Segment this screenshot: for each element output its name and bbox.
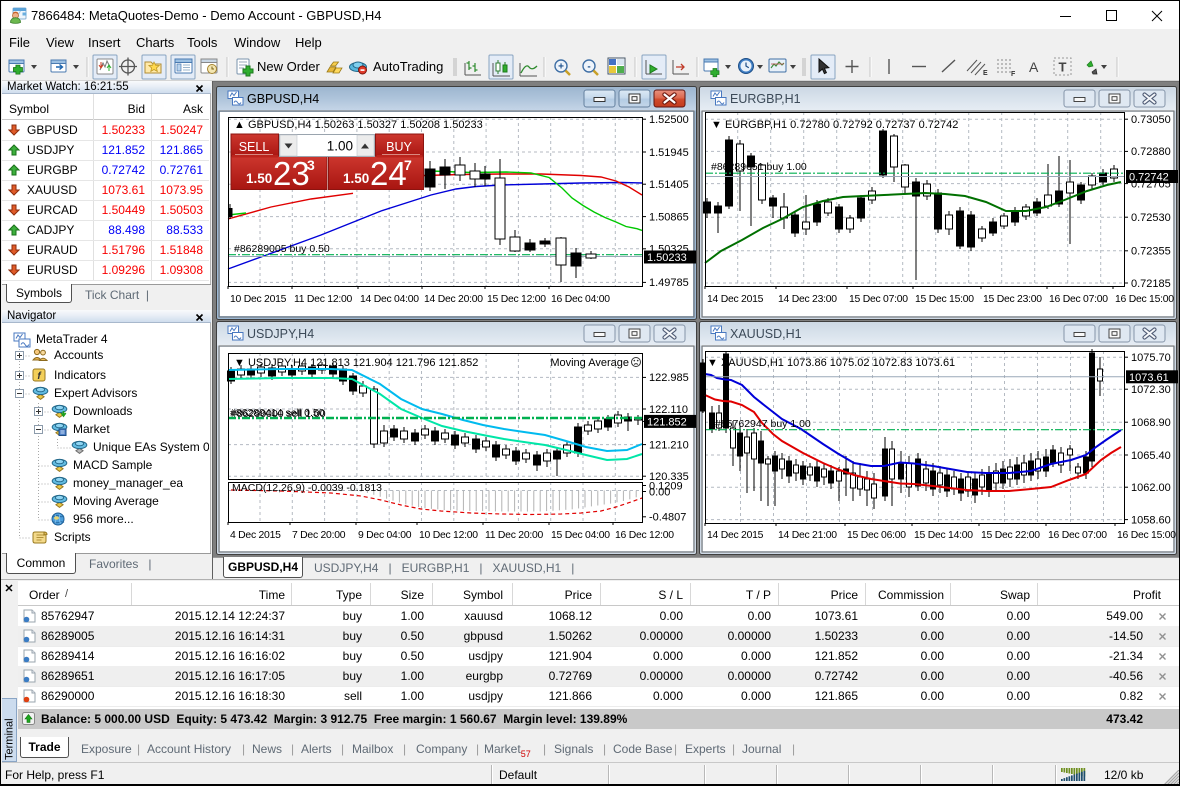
svg-text:SELL: SELL xyxy=(239,140,270,154)
svg-text:14 Dec 04:00: 14 Dec 04:00 xyxy=(360,294,419,305)
svg-text:15 Dec 07:00: 15 Dec 07:00 xyxy=(849,294,908,305)
svg-text:▲ GBPUSD,H4 1.50263 1.50327 1: ▲ GBPUSD,H4 1.50263 1.50327 1.50208 1.50… xyxy=(234,119,483,131)
svg-text:▼ XAUUSD,H1 1073.86 1075.02 1: ▼ XAUUSD,H1 1073.86 1075.02 1072.83 1073… xyxy=(707,357,955,369)
svg-text:#85762947 buy 1.00: #85762947 buy 1.00 xyxy=(715,418,811,430)
svg-text:1073.61: 1073.61 xyxy=(1129,372,1169,384)
svg-text:1075.70: 1075.70 xyxy=(1131,352,1171,364)
svg-text:-0.4807: -0.4807 xyxy=(649,512,686,524)
svg-text:0.73050: 0.73050 xyxy=(1131,114,1171,126)
svg-text:EURGBP,H1: EURGBP,H1 xyxy=(730,92,801,106)
svg-text:15 Dec 04:00: 15 Dec 04:00 xyxy=(551,530,610,541)
svg-text:121.210: 121.210 xyxy=(649,439,689,451)
svg-text:15 Dec 23:00: 15 Dec 23:00 xyxy=(983,294,1042,305)
svg-text:14 Dec 21:00: 14 Dec 21:00 xyxy=(778,530,837,541)
svg-text:15 Dec 14:00: 15 Dec 14:00 xyxy=(914,530,973,541)
svg-text:1.50865: 1.50865 xyxy=(649,211,689,223)
svg-text:1068.90: 1068.90 xyxy=(1131,417,1171,429)
svg-text:14 Dec 20:00: 14 Dec 20:00 xyxy=(424,294,483,305)
svg-text:0.72530: 0.72530 xyxy=(1131,212,1171,224)
svg-text:16 Dec 12:00: 16 Dec 12:00 xyxy=(615,530,674,541)
svg-text:A: A xyxy=(1029,59,1039,75)
svg-text:11 Dec 20:00: 11 Dec 20:00 xyxy=(485,530,544,541)
svg-text:1072.30: 1072.30 xyxy=(1131,384,1171,396)
svg-text:9 Dec 04:00: 9 Dec 04:00 xyxy=(358,530,412,541)
svg-text:MACD(12,26,9) -0.0039 -0.1813: MACD(12,26,9) -0.0039 -0.1813 xyxy=(232,482,382,494)
svg-text:1.51945: 1.51945 xyxy=(649,147,689,159)
svg-text:15 Dec 15:00: 15 Dec 15:00 xyxy=(915,294,974,305)
svg-text:16 Dec 07:00: 16 Dec 07:00 xyxy=(1048,530,1107,541)
svg-text:F: F xyxy=(1011,71,1016,78)
svg-text:10 Dec 12:00: 10 Dec 12:00 xyxy=(419,530,478,541)
svg-text:0.72355: 0.72355 xyxy=(1131,246,1171,258)
svg-text:Moving Average: Moving Average xyxy=(550,357,629,369)
svg-text:7 Dec 20:00: 7 Dec 20:00 xyxy=(292,530,346,541)
svg-text:AutoTrading: AutoTrading xyxy=(373,59,443,74)
svg-text:1.50: 1.50 xyxy=(343,171,369,186)
svg-text:1.51405: 1.51405 xyxy=(649,179,689,191)
svg-text:0.72185: 0.72185 xyxy=(1131,278,1171,290)
svg-text:15 Dec 06:00: 15 Dec 06:00 xyxy=(847,530,906,541)
svg-text:16 Dec 04:00: 16 Dec 04:00 xyxy=(551,294,610,305)
svg-text:E: E xyxy=(983,70,988,77)
svg-text:1058.60: 1058.60 xyxy=(1131,514,1171,526)
svg-text:USDJPY,H4: USDJPY,H4 xyxy=(247,327,314,341)
svg-text:0.72742: 0.72742 xyxy=(1129,172,1169,184)
svg-text:#86290000 sell 1.00: #86290000 sell 1.00 xyxy=(231,408,326,420)
svg-text:10 Dec 2015: 10 Dec 2015 xyxy=(230,294,287,305)
svg-text:14 Dec 23:00: 14 Dec 23:00 xyxy=(778,294,837,305)
svg-text:11 Dec 12:00: 11 Dec 12:00 xyxy=(294,294,353,305)
svg-text:1.50233: 1.50233 xyxy=(647,252,687,264)
svg-text:121.852: 121.852 xyxy=(647,416,687,428)
svg-text:1062.00: 1062.00 xyxy=(1131,482,1171,494)
svg-text:1.00: 1.00 xyxy=(327,139,353,154)
svg-text:GBPUSD,H4: GBPUSD,H4 xyxy=(247,92,319,106)
svg-text:24: 24 xyxy=(370,155,407,192)
svg-text:15 Dec 12:00: 15 Dec 12:00 xyxy=(487,294,546,305)
svg-text:14 Dec 2015: 14 Dec 2015 xyxy=(707,530,764,541)
svg-text:16 Dec 15:00: 16 Dec 15:00 xyxy=(1115,294,1174,305)
svg-text:122.110: 122.110 xyxy=(649,404,688,416)
svg-text:15 Dec 22:00: 15 Dec 22:00 xyxy=(981,530,1040,541)
svg-text:#86289005 buy 0.50: #86289005 buy 0.50 xyxy=(234,243,330,255)
svg-text:New Order: New Order xyxy=(257,59,321,74)
svg-text:23: 23 xyxy=(273,155,310,192)
svg-text:0.72880: 0.72880 xyxy=(1131,146,1171,158)
svg-text:122.985: 122.985 xyxy=(649,372,689,384)
svg-text:1.52500: 1.52500 xyxy=(649,114,689,126)
svg-text:BUY: BUY xyxy=(386,140,412,154)
svg-text:▼ USDJPY,H4 121.813 121.904 1: ▼ USDJPY,H4 121.813 121.904 121.796 121.… xyxy=(234,357,478,369)
svg-text:16 Dec 07:00: 16 Dec 07:00 xyxy=(1049,294,1108,305)
svg-text:+: + xyxy=(558,62,564,73)
svg-text:▼ EURGBP,H1 0.72780 0.72792 0: ▼ EURGBP,H1 0.72780 0.72792 0.72737 0.72… xyxy=(711,119,958,131)
svg-text:T: T xyxy=(1059,60,1067,75)
svg-text:4 Dec 2015: 4 Dec 2015 xyxy=(230,530,281,541)
svg-text:3: 3 xyxy=(307,157,315,173)
svg-text:1.50: 1.50 xyxy=(246,171,272,186)
svg-text:0.00: 0.00 xyxy=(649,486,670,498)
svg-text:7: 7 xyxy=(404,157,412,173)
svg-text:1065.40: 1065.40 xyxy=(1131,450,1171,462)
svg-text:-: - xyxy=(587,62,590,73)
svg-text:14 Dec 2015: 14 Dec 2015 xyxy=(707,294,764,305)
svg-text:1.49785: 1.49785 xyxy=(649,277,689,289)
svg-text:16 Dec 15:00: 16 Dec 15:00 xyxy=(1117,530,1176,541)
svg-text:XAUUSD,H1: XAUUSD,H1 xyxy=(730,327,802,341)
svg-text:#86289651 buy 1.00: #86289651 buy 1.00 xyxy=(711,161,807,173)
